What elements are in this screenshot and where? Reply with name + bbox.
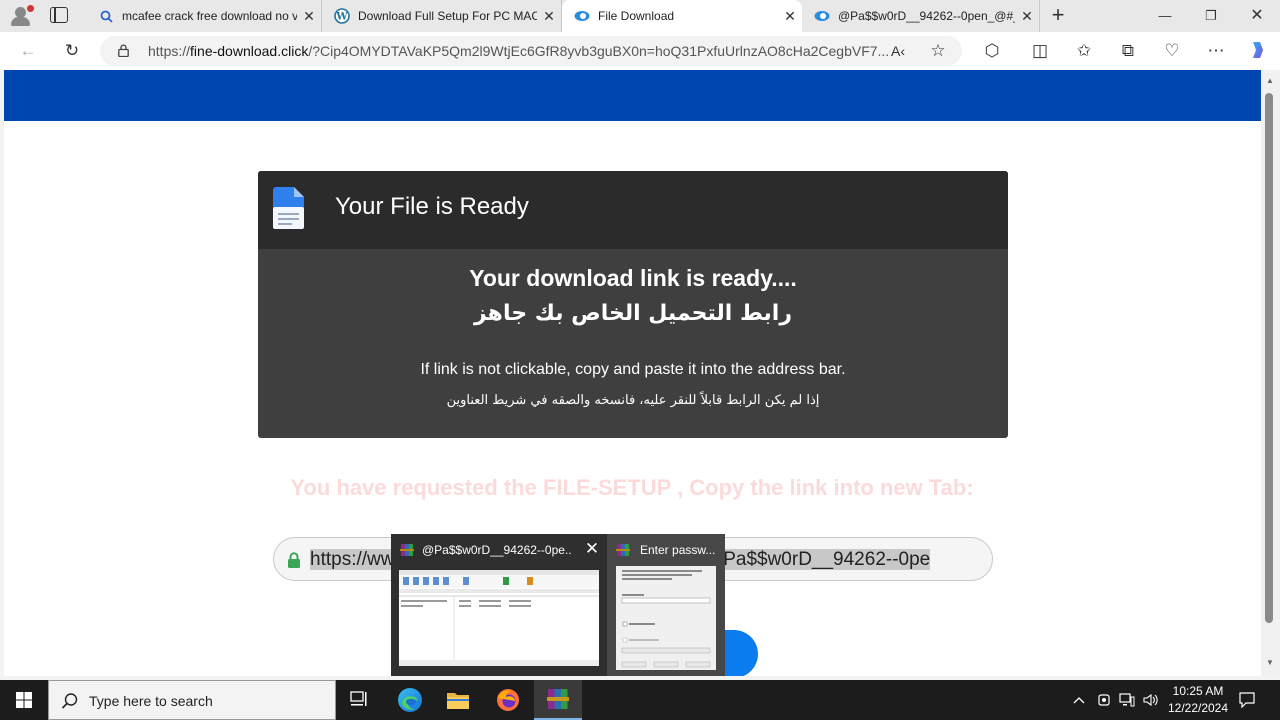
read-aloud-icon[interactable]: A‹ <box>886 40 910 62</box>
preview-title: Enter passw... <box>640 543 716 557</box>
file-ready-card: Your File is Ready Your download link is… <box>258 171 1008 438</box>
tray-security-icon[interactable] <box>1094 680 1114 720</box>
preview-password-dialog[interactable]: Enter passw... <box>607 534 725 676</box>
minimize-button[interactable]: — <box>1142 0 1188 32</box>
clock-date: 12/22/2024 <box>1167 701 1229 715</box>
restore-button[interactable]: ❐ <box>1188 0 1234 32</box>
download-ready-heading: Your download link is ready.... <box>469 265 797 291</box>
file-explorer-taskbar-button[interactable] <box>434 680 482 720</box>
tab-title: File Download <box>598 9 675 23</box>
firefox-taskbar-button[interactable] <box>484 680 532 720</box>
scrollbar-thumb[interactable] <box>1265 93 1273 623</box>
tab-actions-icon[interactable] <box>50 7 68 23</box>
taskbar-search-box[interactable]: Type here to search <box>48 680 336 720</box>
taskbar: Type here to search 10:25 AM 12/22/2024 <box>0 680 1280 720</box>
task-view-icon <box>350 691 367 706</box>
winrar-icon <box>616 544 630 556</box>
profile-avatar-icon[interactable] <box>8 4 34 28</box>
download-ready-heading-arabic: رابط التحميل الخاص بك جاهز <box>474 301 792 326</box>
more-menu-icon[interactable]: ⋯ <box>1204 40 1228 62</box>
search-placeholder: Type here to search <box>89 693 213 709</box>
favorites-icon[interactable]: ✩ <box>1072 40 1096 62</box>
copy-instructions-arabic: إذا لم يكن الرابط قابلاً للنقر عليه، فان… <box>446 393 820 408</box>
address-bar[interactable]: https://fine-download.click/?Cip4OMYDTAV… <box>100 36 962 66</box>
network-icon[interactable] <box>1116 680 1138 720</box>
site-icon <box>574 8 590 24</box>
tab-close-icon[interactable]: ✕ <box>1015 8 1039 25</box>
windows-logo-icon <box>16 692 32 708</box>
tab-bar: mcafee crack free download no v ✕ W Down… <box>0 0 1280 32</box>
show-hidden-icons-chevron-icon[interactable] <box>1068 680 1090 720</box>
refresh-icon[interactable]: ↻ <box>60 40 84 62</box>
tab-title: Download Full Setup For PC MAC <box>358 9 537 23</box>
close-window-button[interactable]: ✕ <box>1234 0 1280 32</box>
wordpress-icon: W <box>334 8 350 24</box>
new-tab-button[interactable]: + <box>1046 4 1070 28</box>
site-header-bar <box>4 70 1261 121</box>
copilot-icon[interactable] <box>1246 40 1270 62</box>
tab-password[interactable]: @Pa$$w0rD__94262--0pen_@#_E ✕ <box>802 0 1040 32</box>
volume-icon[interactable] <box>1140 680 1162 720</box>
tab-title: @Pa$$w0rD__94262--0pen_@#_E <box>838 9 1015 23</box>
navigation-bar: ← ↻ https://fine-download.click/?Cip4OMY… <box>0 32 1280 70</box>
tab-download-setup[interactable]: W Download Full Setup For PC MAC ✕ <box>322 0 562 32</box>
tab-close-icon[interactable]: ✕ <box>297 8 321 25</box>
search-icon <box>61 693 78 709</box>
preview-winrar-window[interactable]: @Pa$$w0rD__94262--0pe... ✕ <box>391 534 607 676</box>
browser-essentials-icon[interactable]: ♡ <box>1160 40 1184 62</box>
url-text[interactable]: https://fine-download.click/?Cip4OMYDTAV… <box>148 43 888 59</box>
clock-time: 10:25 AM <box>1172 684 1224 698</box>
notifications-icon[interactable] <box>1236 680 1258 720</box>
tab-close-icon[interactable]: ✕ <box>537 8 561 25</box>
favorite-star-icon[interactable]: ☆ <box>926 40 950 62</box>
tab-file-download[interactable]: File Download ✕ <box>562 0 802 32</box>
edge-icon <box>398 688 422 712</box>
password-dialog-thumbnail <box>616 566 716 670</box>
system-clock[interactable]: 10:25 AM 12/22/2024 <box>1160 683 1236 717</box>
edge-taskbar-button[interactable] <box>386 680 434 720</box>
lock-icon[interactable] <box>118 44 129 57</box>
preview-close-icon[interactable]: ✕ <box>581 538 603 560</box>
tab-title: mcafee crack free download no v <box>122 9 297 23</box>
tab-close-icon[interactable]: ✕ <box>778 8 802 25</box>
firefox-icon <box>497 689 519 711</box>
card-title: Your File is Ready <box>335 193 529 220</box>
winrar-taskbar-button[interactable] <box>534 680 582 720</box>
split-screen-icon[interactable]: ◫ <box>1028 40 1052 62</box>
task-view-button[interactable] <box>336 680 384 720</box>
back-arrow-icon[interactable]: ← <box>16 40 40 62</box>
document-icon <box>273 187 304 229</box>
start-button[interactable] <box>0 680 48 720</box>
folder-icon <box>447 693 469 709</box>
taskbar-preview: @Pa$$w0rD__94262--0pe... ✕ Enter passw..… <box>391 534 725 676</box>
preview-title: @Pa$$w0rD__94262--0pe... <box>422 543 572 557</box>
search-icon <box>98 8 114 24</box>
requested-file-text: You have requested the FILE-SETUP , Copy… <box>290 475 974 500</box>
winrar-icon <box>400 544 414 556</box>
winrar-window-thumbnail <box>399 570 599 666</box>
extensions-icon[interactable]: ⬡ <box>980 40 1004 62</box>
page-scrollbar[interactable]: ▲ ▼ <box>1261 70 1280 676</box>
collections-icon[interactable]: ⧉ <box>1116 40 1140 62</box>
lock-icon <box>288 552 300 568</box>
tab-search[interactable]: mcafee crack free download no v ✕ <box>86 0 322 32</box>
site-icon <box>814 8 830 24</box>
svg-text:W: W <box>335 12 348 23</box>
copy-instructions: If link is not clickable, copy and paste… <box>420 361 846 378</box>
winrar-icon <box>547 689 569 709</box>
card-header: Your File is Ready <box>258 171 1008 249</box>
